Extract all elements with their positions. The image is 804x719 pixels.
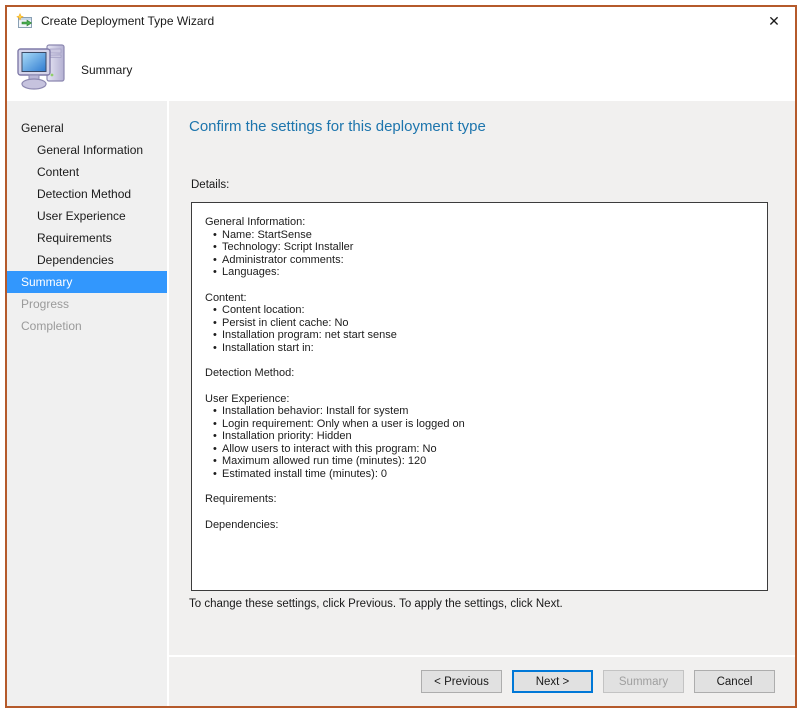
next-button[interactable]: Next > (512, 670, 593, 693)
details-item-text: Technology: Script Installer (222, 241, 353, 253)
details-item-text: Login requirement: Only when a user is l… (222, 418, 465, 430)
details-item: • Allow users to interact with this progr… (205, 443, 757, 456)
bullet-icon: • (213, 317, 217, 330)
details-label: Details: (191, 179, 229, 191)
summary-content-pane: Confirm the settings for this deployment… (169, 101, 795, 706)
bullet-icon: • (213, 342, 217, 355)
sidebar-item-progress: Progress (7, 293, 167, 315)
details-item-text: Persist in client cache: No (222, 317, 349, 329)
bullet-icon: • (213, 418, 217, 431)
bullet-icon: • (213, 304, 217, 317)
details-item-text: Installation program: net start sense (222, 329, 397, 341)
details-item-text: Installation start in: (222, 342, 314, 354)
details-section: Dependencies: (205, 519, 757, 532)
summary-button: Summary (603, 670, 684, 693)
details-section: Requirements: (205, 493, 757, 506)
details-item: • Languages: (205, 266, 757, 279)
bullet-icon: • (213, 229, 217, 242)
details-item: • Installation priority: Hidden (205, 430, 757, 443)
details-section-title: Dependencies: (205, 519, 757, 532)
details-item: • Technology: Script Installer (205, 241, 757, 254)
wizard-body: GeneralGeneral InformationContentDetecti… (7, 101, 795, 706)
create-wizard-app-icon (16, 13, 34, 31)
details-item-text: Allow users to interact with this progra… (222, 443, 437, 455)
bullet-icon: • (213, 455, 217, 468)
wizard-steps-sidebar: GeneralGeneral InformationContentDetecti… (7, 101, 167, 706)
details-item: • Administrator comments: (205, 254, 757, 267)
bullet-icon: • (213, 266, 217, 279)
cancel-button[interactable]: Cancel (694, 670, 775, 693)
sidebar-item-completion: Completion (7, 315, 167, 337)
details-section: Detection Method: (205, 367, 757, 380)
details-item-text: Maximum allowed run time (minutes): 120 (222, 455, 426, 467)
details-section-title: Detection Method: (205, 367, 757, 380)
previous-button[interactable]: < Previous (421, 670, 502, 693)
details-text: General Information:•Name: StartSense•Te… (192, 203, 767, 531)
details-item-text: Estimated install time (minutes): 0 (222, 468, 387, 480)
sidebar-item-dependencies[interactable]: Dependencies (7, 249, 167, 271)
bullet-icon: • (213, 241, 217, 254)
details-item-text: Languages: (222, 266, 280, 278)
details-section-title: User Experience: (205, 393, 757, 406)
sidebar-item-user-experience[interactable]: User Experience (7, 205, 167, 227)
details-section-title: Requirements: (205, 493, 757, 506)
wizard-footer: < Previous Next > Summary Cancel (169, 657, 795, 706)
sidebar-item-general[interactable]: General (7, 117, 167, 139)
wizard-steps-list: GeneralGeneral InformationContentDetecti… (7, 117, 167, 337)
details-item: • Installation start in: (205, 342, 757, 355)
details-section: User Experience:•Installation behavior: … (205, 393, 757, 481)
sidebar-item-requirements[interactable]: Requirements (7, 227, 167, 249)
details-item: • Installation behavior: Install for syst… (205, 405, 757, 418)
bullet-icon: • (213, 405, 217, 418)
details-item-text: Installation behavior: Install for syste… (222, 405, 408, 417)
bullet-icon: • (213, 468, 217, 481)
sidebar-item-general-information[interactable]: General Information (7, 139, 167, 161)
title-bar: Create Deployment Type Wizard ✕ (7, 7, 795, 37)
details-item-text: Name: StartSense (222, 229, 312, 241)
bullet-icon: • (213, 443, 217, 456)
sidebar-item-content[interactable]: Content (7, 161, 167, 183)
details-item: • Name: StartSense (205, 229, 757, 242)
details-item: • Maximum allowed run time (minutes): 120 (205, 455, 757, 468)
window-title: Create Deployment Type Wizard (41, 14, 214, 28)
details-section: General Information:•Name: StartSense•Te… (205, 216, 757, 279)
bullet-icon: • (213, 430, 217, 443)
bullet-icon: • (213, 329, 217, 342)
details-summary-box: General Information:•Name: StartSense•Te… (191, 202, 768, 591)
computer-icon (16, 42, 70, 92)
footer-button-group: < Previous Next > Summary Cancel (421, 670, 775, 693)
details-item: • Login requirement: Only when a user is … (205, 418, 757, 431)
wizard-page-header: Summary (7, 37, 795, 101)
details-section-title: General Information: (205, 216, 757, 229)
details-item-text: Administrator comments: (222, 254, 344, 266)
close-button[interactable]: ✕ (759, 7, 789, 35)
page-title: Summary (81, 63, 132, 77)
wizard-window: Create Deployment Type Wizard ✕ (5, 5, 797, 708)
content-heading: Confirm the settings for this deployment… (189, 118, 486, 135)
instruction-text: To change these settings, click Previous… (189, 598, 563, 610)
details-item: • Content location: (205, 304, 757, 317)
bullet-icon: • (213, 254, 217, 267)
details-section: Content:•Content location:•Persist in cl… (205, 292, 757, 355)
details-item: • Estimated install time (minutes): 0 (205, 468, 757, 481)
details-item-text: Installation priority: Hidden (222, 430, 352, 442)
details-section-title: Content: (205, 292, 757, 305)
sidebar-item-detection-method[interactable]: Detection Method (7, 183, 167, 205)
sidebar-item-summary[interactable]: Summary (7, 271, 167, 293)
details-item: • Persist in client cache: No (205, 317, 757, 330)
details-item: • Installation program: net start sense (205, 329, 757, 342)
details-item-text: Content location: (222, 304, 305, 316)
